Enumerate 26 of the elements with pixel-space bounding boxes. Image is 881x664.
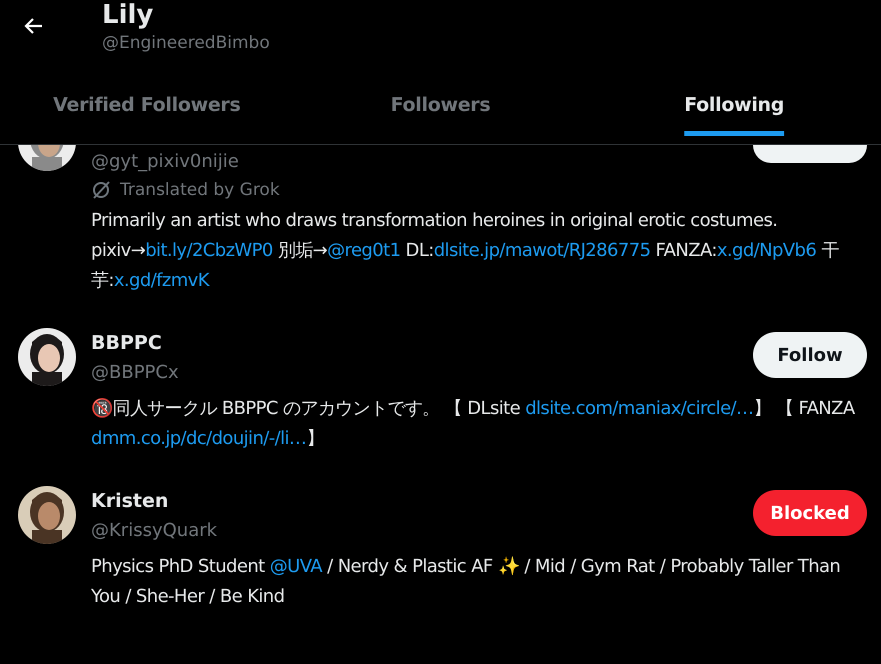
bio-link[interactable]: dlsite.com/maniax/circle/… [525, 398, 754, 419]
user-bio: Primarily an artist who draws transformation heroines in original erotic costumes. pixiv→bit.ly/2CbzWP0 別垢→@reg0t1 DL:dlsite.jp/mawot/RJ286775 FANZA:x.gd/NpVb6 干芋:x.gd/fzmvK [91, 209, 840, 293]
tab[interactable]: Verified Followers [0, 81, 294, 129]
profile-name: Lily [102, 0, 154, 30]
blocked-button[interactable]: Blocked [753, 490, 867, 536]
bio-link[interactable]: @reg0t1 [327, 240, 400, 261]
bio-link[interactable]: dlsite.jp/mawot/RJ286775 [434, 240, 650, 261]
bio-link[interactable]: @UVA [270, 556, 322, 577]
follow-button[interactable]: Follow [753, 332, 867, 378]
user-handle: @gyt_pixiv0nijie [91, 150, 239, 174]
user-bio: Physics PhD Student @UVA / Nerdy & Plastic AF ✨ / Mid / Gym Rat / Probably Taller Than You / She-Her / Be Kind [91, 555, 842, 609]
translation-note: Translated by Grok [120, 180, 280, 200]
profile-handle: @EngineeredBimbo [102, 33, 270, 53]
bio-link[interactable]: x.gd/NpVb6 [716, 240, 816, 261]
user-handle: @BBPPCx [91, 361, 179, 385]
bio-link[interactable]: dmm.co.jp/dc/doujin/-/li… [91, 428, 306, 449]
tab[interactable]: Followers [294, 81, 588, 129]
user-name: BBPPC [91, 331, 163, 356]
follow-button[interactable] [753, 145, 867, 163]
bio-link[interactable]: bit.ly/2CbzWP0 [145, 240, 273, 261]
tab[interactable]: Following [587, 81, 881, 129]
user-handle: @KrissyQuark [91, 519, 218, 543]
translate-icon [91, 180, 111, 200]
user-name: Kristen [91, 489, 170, 514]
bio-link[interactable]: x.gd/fzmvK [114, 270, 209, 291]
user-bio: 🔞同人サークル BBPPC のアカウントです。 【 DLsite dlsite.com/maniax/circle/…】 【 FANZA dmm.co.jp/dc/doujin/-/li…】 [91, 397, 856, 451]
